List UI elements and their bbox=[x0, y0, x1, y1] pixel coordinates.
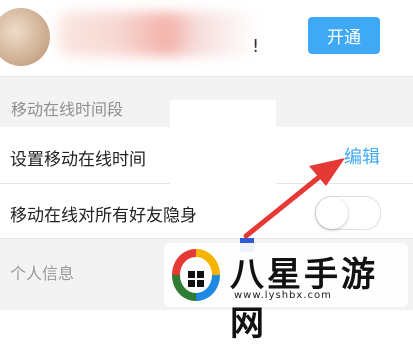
set-mobile-online-time-label: 设置移动在线时间 bbox=[10, 150, 146, 170]
watermark: 八星手游网 www.lyshbx.com bbox=[164, 243, 408, 344]
username-suffix: ! bbox=[252, 36, 260, 57]
open-button[interactable]: 开通 bbox=[308, 17, 380, 54]
invisible-toggle[interactable] bbox=[315, 196, 381, 230]
watermark-logo-icon bbox=[172, 249, 220, 301]
section-title: 移动在线时间段 bbox=[11, 100, 124, 119]
avatar[interactable] bbox=[0, 8, 50, 66]
blurred-username bbox=[58, 12, 258, 56]
account-header: ! 开通 bbox=[0, 0, 413, 76]
watermark-url: www.lyshbx.com bbox=[234, 290, 332, 301]
invisible-to-friends-label: 移动在线对所有好友隐身 bbox=[10, 206, 197, 226]
personal-info-title: 个人信息 bbox=[10, 264, 75, 283]
toggle-knob bbox=[316, 197, 348, 229]
white-overlay bbox=[170, 100, 276, 196]
edit-link[interactable]: 编辑 bbox=[344, 143, 380, 169]
